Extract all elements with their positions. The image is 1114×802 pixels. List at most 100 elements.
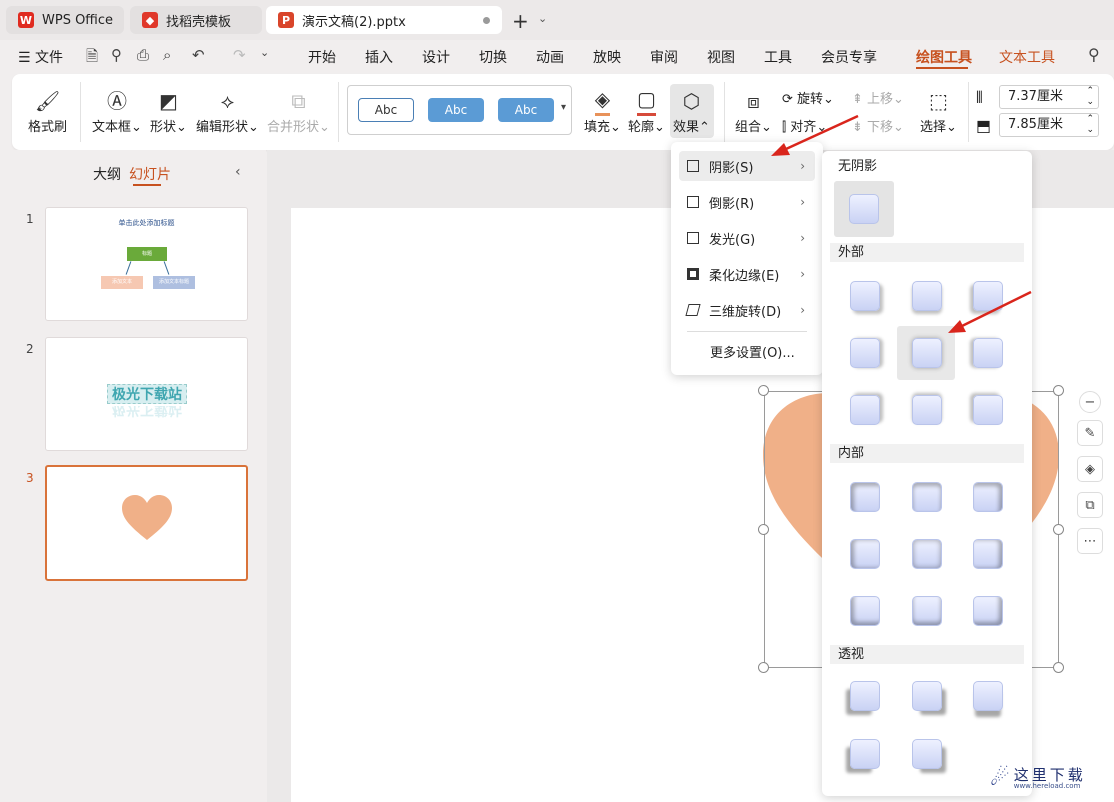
effects-button[interactable]: ⬡ 效果⌃	[673, 86, 710, 135]
menu-item-reflection[interactable]: 倒影(R) ›	[679, 187, 815, 217]
tab-template[interactable]: ◆ 找稻壳模板	[130, 6, 262, 34]
inner-shadow-bottom-left[interactable]	[850, 596, 880, 626]
outer-shadow-right[interactable]	[973, 338, 1003, 368]
outer-shadow-bottom[interactable]	[912, 395, 942, 425]
gallery-expand-icon[interactable]: ▾	[561, 102, 566, 113]
print-icon[interactable]: ⎙	[137, 46, 149, 64]
height-field[interactable]: 7.37厘米 ⌃ ⌄	[999, 85, 1099, 109]
merge-shape-button[interactable]: ⧉ 合并形状⌄	[267, 86, 330, 135]
fill-button[interactable]: ◈ 填充⌄	[584, 86, 621, 135]
height-spinner-icon[interactable]: ⌃ ⌄	[1086, 86, 1094, 108]
more-options-icon[interactable]: ⋯	[1077, 528, 1103, 554]
tab-list-chevron-icon[interactable]: ⌄	[538, 12, 547, 25]
menu-item-3d-rotation[interactable]: 三维旋转(D) ›	[679, 295, 815, 325]
slide-thumbnail-2[interactable]: 极光下载站 极光下载站	[45, 337, 248, 451]
share-icon[interactable]: ⚲	[111, 46, 122, 64]
resize-handle[interactable]	[758, 662, 769, 673]
tab-document[interactable]: P 演示文稿(2).pptx	[266, 6, 502, 34]
outer-shadow-left[interactable]	[850, 338, 880, 368]
menu-item-shadow[interactable]: 阴影(S) ›	[679, 151, 815, 181]
outer-shadow-bottom-right[interactable]	[973, 395, 1003, 425]
style-swatch-filled-alt[interactable]: Abc	[498, 98, 554, 122]
perspective-shadow-right[interactable]	[912, 681, 942, 711]
inner-shadow-right[interactable]	[973, 539, 1003, 569]
perspective-shadow-upper-right[interactable]	[912, 739, 942, 769]
width-field[interactable]: 7.85厘米 ⌃ ⌄	[999, 113, 1099, 137]
save-icon[interactable]: 🗎	[86, 46, 98, 71]
slide-thumbnail-3[interactable]	[45, 465, 248, 581]
tab-wps-office[interactable]: W WPS Office	[6, 6, 124, 34]
shape-button[interactable]: ◩ 形状⌄	[150, 86, 187, 135]
rotate-label: 旋转	[797, 92, 824, 107]
textbox-label: 文本框⌄	[92, 120, 142, 135]
inner-shadow-top[interactable]	[912, 482, 942, 512]
section-inner: 内部	[830, 444, 1024, 463]
menu-insert[interactable]: 插入	[365, 47, 393, 67]
pen-edit-icon[interactable]: ✎	[1077, 420, 1103, 446]
perspective-shadow-left[interactable]	[850, 681, 880, 711]
group-button[interactable]: ⧈ 组合⌄	[735, 86, 772, 135]
textbox-button[interactable]: Ⓐ 文本框⌄	[92, 86, 142, 135]
redo-icon[interactable]: ↷	[233, 46, 246, 64]
menu-design[interactable]: 设计	[422, 47, 450, 67]
resize-handle[interactable]	[1053, 385, 1064, 396]
menu-start[interactable]: 开始	[308, 47, 336, 67]
menu-member[interactable]: 会员专享	[821, 47, 877, 67]
perspective-shadow-below[interactable]	[973, 681, 1003, 711]
menu-item-glow[interactable]: 发光(G) ›	[679, 223, 815, 253]
quick-access-chevron-icon[interactable]: ⌄	[260, 46, 269, 59]
search-icon[interactable]: ⚲	[1088, 45, 1100, 64]
tab-slides[interactable]: 幻灯片	[129, 164, 171, 184]
menu-tools[interactable]: 工具	[764, 47, 792, 67]
inner-shadow-center[interactable]	[912, 539, 942, 569]
inner-shadow-top-right[interactable]	[973, 482, 1003, 512]
fill-color-icon[interactable]: ◈	[1077, 456, 1103, 482]
perspective-shadow-upper-left[interactable]	[850, 739, 880, 769]
align-button[interactable]: ⫿ 对齐⌄	[782, 116, 827, 135]
watermark-text: 这里下载	[1013, 765, 1086, 784]
new-tab-icon[interactable]: +	[512, 9, 529, 33]
outline-button[interactable]: ▢ 轮廓⌄	[628, 86, 665, 135]
move-down-button[interactable]: ⇟ 下移⌄	[852, 116, 904, 135]
inner-shadow-left[interactable]	[850, 539, 880, 569]
menu-text-tools[interactable]: 文本工具	[999, 47, 1055, 67]
outer-shadow-top-right[interactable]	[973, 281, 1003, 311]
style-swatch-filled[interactable]: Abc	[428, 98, 484, 122]
resize-handle[interactable]	[758, 524, 769, 535]
width-spinner-icon[interactable]: ⌃ ⌄	[1086, 114, 1094, 136]
file-menu[interactable]: ☰ 文件	[18, 47, 63, 67]
menu-slideshow[interactable]: 放映	[593, 47, 621, 67]
no-shadow-option[interactable]	[849, 194, 879, 224]
undo-icon[interactable]: ↶	[192, 46, 205, 64]
select-button[interactable]: ⬚ 选择⌄	[920, 86, 957, 135]
shape-layout-icon[interactable]: ⧉	[1077, 492, 1103, 518]
thumb-box-right: 添加文本标题	[153, 276, 195, 289]
menu-animation[interactable]: 动画	[536, 47, 564, 67]
tab-outline[interactable]: 大纲	[93, 164, 121, 184]
menu-review[interactable]: 审阅	[650, 47, 678, 67]
menu-drawing-tools[interactable]: 绘图工具	[916, 47, 972, 67]
menu-view[interactable]: 视图	[707, 47, 735, 67]
menu-item-soft-edges[interactable]: 柔化边缘(E) ›	[679, 259, 815, 289]
zoom-out-icon[interactable]: −	[1079, 391, 1101, 413]
move-up-button[interactable]: ⇞ 上移⌄	[852, 88, 904, 107]
print-preview-icon[interactable]: ⌕	[163, 46, 171, 64]
resize-handle[interactable]	[1053, 662, 1064, 673]
menu-transition[interactable]: 切换	[479, 47, 507, 67]
rotate-button[interactable]: ⟳ 旋转⌄	[782, 88, 834, 107]
resize-handle[interactable]	[1053, 524, 1064, 535]
outer-shadow-top-left[interactable]	[850, 281, 880, 311]
resize-handle[interactable]	[758, 385, 769, 396]
outer-shadow-center[interactable]	[912, 338, 942, 368]
format-painter-button[interactable]: 🖌 格式刷	[28, 86, 67, 135]
menu-item-more-settings[interactable]: 更多设置(O)...	[679, 336, 815, 366]
edit-shape-button[interactable]: ⟡ 编辑形状⌄	[196, 86, 259, 135]
style-swatch-outline[interactable]: Abc	[358, 98, 414, 122]
inner-shadow-bottom[interactable]	[912, 596, 942, 626]
inner-shadow-top-left[interactable]	[850, 482, 880, 512]
outer-shadow-bottom-left[interactable]	[850, 395, 880, 425]
collapse-panel-icon[interactable]: ‹	[235, 164, 241, 180]
outer-shadow-top[interactable]	[912, 281, 942, 311]
inner-shadow-bottom-right[interactable]	[973, 596, 1003, 626]
slide-thumbnail-1[interactable]: 单击此处添加标题 标题 添加文本 添加文本标题	[45, 207, 248, 321]
